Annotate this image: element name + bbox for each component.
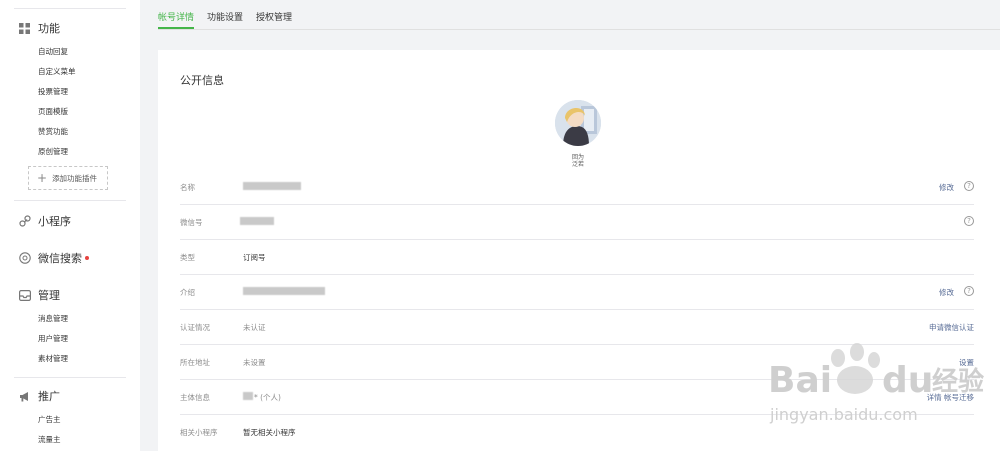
account-type-value: 订阅号 (243, 253, 266, 262)
inbox-icon (18, 289, 31, 302)
sidebar-item-vote[interactable]: 投票管理 (38, 86, 68, 97)
row-label: 微信号 (180, 218, 203, 227)
sidebar: 功能 自动回复 自定义菜单 投票管理 页面模版 赞赏功能 原创管理 + 添加功能… (0, 0, 140, 451)
sidebar-section-manage[interactable]: 管理 (18, 287, 60, 303)
avatar-caption: 回为 泛若 (566, 154, 590, 168)
sidebar-section-miniprogram[interactable]: 小程序 (18, 213, 71, 229)
avatar[interactable] (555, 100, 601, 146)
redacted-value (243, 392, 253, 400)
account-details-panel: 公开信息 回为 泛若 名称 修改 ? 微信号 ? 类型 订阅号 介绍 修改 ? … (158, 50, 1000, 451)
edit-name-link[interactable]: 修改 (939, 182, 954, 193)
active-tab-indicator (158, 27, 194, 29)
notification-dot (85, 256, 89, 260)
sidebar-section-search[interactable]: 微信搜索 (18, 250, 89, 266)
sidebar-divider (14, 377, 126, 378)
link-icon (18, 215, 31, 228)
redacted-value (240, 217, 274, 225)
entity-actions-link[interactable]: 详情 帐号迁移 (927, 392, 974, 403)
sidebar-item-users[interactable]: 用户管理 (38, 333, 68, 344)
tab-authorization[interactable]: 授权管理 (256, 10, 292, 23)
row-label: 所在地址 (180, 358, 210, 367)
verification-status-value: 未认证 (243, 323, 266, 332)
info-row-entity: 主体信息 * (个人) 详情 帐号迁移 (180, 380, 974, 415)
info-row-address: 所在地址 未设置 设置 (180, 345, 974, 380)
sidebar-section-features[interactable]: 功能 (18, 20, 60, 36)
sidebar-item-advertiser[interactable]: 广告主 (38, 414, 61, 425)
sidebar-section-label: 管理 (38, 289, 60, 302)
redacted-value (243, 182, 301, 190)
info-row-wechat-id: 微信号 ? (180, 205, 974, 240)
panel-title: 公开信息 (180, 74, 224, 87)
row-label: 主体信息 (180, 393, 210, 402)
info-row-name: 名称 修改 ? (180, 170, 974, 205)
sidebar-section-label: 功能 (38, 22, 60, 35)
megaphone-icon (18, 390, 31, 403)
grid-icon (18, 22, 31, 35)
info-row-related-miniprogram: 相关小程序 暂无相关小程序 (180, 415, 974, 450)
sidebar-top-divider (14, 8, 126, 9)
plus-icon: + (37, 171, 48, 185)
tab-feature-settings[interactable]: 功能设置 (207, 10, 243, 23)
search-circle-icon (18, 252, 31, 265)
row-label: 介绍 (180, 288, 195, 297)
sidebar-item-page-template[interactable]: 页面模版 (38, 106, 68, 117)
sidebar-item-reward[interactable]: 赞赏功能 (38, 126, 68, 137)
related-miniprogram-value: 暂无相关小程序 (243, 428, 296, 437)
row-label: 名称 (180, 183, 195, 192)
add-plugin-button[interactable]: + 添加功能插件 (28, 166, 108, 190)
row-label: 认证情况 (180, 323, 210, 332)
sidebar-section-promote[interactable]: 推广 (18, 388, 60, 404)
sidebar-section-label: 小程序 (38, 215, 71, 228)
apply-verification-link[interactable]: 申请微信认证 (929, 322, 974, 333)
entity-value: * (个人) (254, 393, 281, 402)
sidebar-item-materials[interactable]: 素材管理 (38, 353, 68, 364)
row-label: 类型 (180, 253, 195, 262)
tab-account-details[interactable]: 帐号详情 (158, 10, 194, 23)
avatar-caption-line1: 回为 (571, 154, 584, 161)
sidebar-item-publisher[interactable]: 流量主 (38, 434, 61, 445)
address-value: 未设置 (243, 358, 266, 367)
sidebar-divider (14, 200, 126, 201)
sidebar-section-label: 推广 (38, 390, 60, 403)
sidebar-item-messages[interactable]: 消息管理 (38, 313, 68, 324)
info-row-verification: 认证情况 未认证 申请微信认证 (180, 310, 974, 345)
help-icon[interactable]: ? (964, 216, 974, 226)
set-address-link[interactable]: 设置 (959, 357, 974, 368)
redacted-value (243, 287, 325, 295)
row-label: 相关小程序 (180, 428, 218, 437)
add-plugin-label: 添加功能插件 (52, 173, 98, 183)
sidebar-item-auto-reply[interactable]: 自动回复 (38, 46, 68, 57)
info-row-intro: 介绍 修改 ? (180, 275, 974, 310)
avatar-caption-line2: 泛若 (571, 161, 584, 168)
sidebar-section-label: 微信搜索 (38, 252, 82, 265)
sidebar-item-custom-menu[interactable]: 自定义菜单 (38, 66, 76, 77)
edit-intro-link[interactable]: 修改 (939, 287, 954, 298)
tab-bar: 帐号详情 功能设置 授权管理 (158, 0, 1000, 30)
help-icon[interactable]: ? (964, 286, 974, 296)
info-row-type: 类型 订阅号 (180, 240, 974, 275)
help-icon[interactable]: ? (964, 181, 974, 191)
sidebar-item-original[interactable]: 原创管理 (38, 146, 68, 157)
